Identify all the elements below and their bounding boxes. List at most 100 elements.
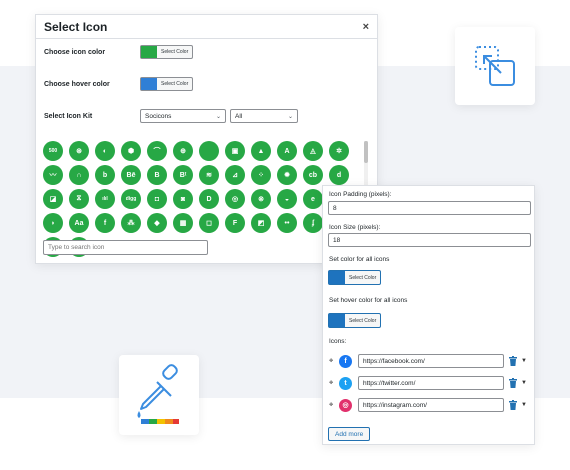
social-icon-row: ✥t ▼ (329, 376, 527, 390)
social-icon-option[interactable]: ✲ (329, 141, 349, 161)
social-icon-option[interactable]: ⊿ (225, 165, 245, 185)
social-icon-option[interactable]: 〰 (43, 165, 63, 185)
social-icon-option[interactable]: 500 (43, 141, 63, 161)
social-icon-option[interactable]: ◎ (225, 189, 245, 209)
eyedropper-icon (137, 364, 179, 424)
social-icon-option[interactable]: ʄ (303, 213, 323, 233)
social-icon-option[interactable]: b (95, 165, 115, 185)
hover-color-label: Choose hover color (44, 80, 110, 88)
social-icon-option[interactable]: B (147, 165, 167, 185)
social-icon-option[interactable]: D (199, 189, 219, 209)
caret-down-icon[interactable]: ▼ (521, 402, 527, 408)
facebook-icon: f (339, 354, 352, 368)
trash-icon[interactable] (509, 356, 517, 366)
icon-color-label: Choose icon color (44, 48, 106, 56)
set-color-label: Set color for all icons (329, 256, 390, 263)
social-icon-option[interactable]: ⊕ (173, 141, 193, 161)
set-hover-swatch (329, 314, 345, 327)
social-icon-option[interactable]: ◘ (147, 189, 167, 209)
icon-color-swatch (141, 46, 157, 58)
social-icon-option[interactable]: ⁂ (121, 213, 141, 233)
social-icon-option[interactable]: ılıl (95, 189, 115, 209)
social-icon-option[interactable]: Bᵗ (173, 165, 193, 185)
set-hover-button-label: Select Color (349, 317, 377, 324)
social-icon-option[interactable]: Bē (121, 165, 141, 185)
social-icon-option[interactable]: ◙ (173, 189, 193, 209)
dialog-header: Select Icon × (36, 15, 377, 39)
scrollbar-thumb[interactable] (364, 141, 368, 163)
icon-size-input[interactable] (328, 233, 531, 247)
social-icon-option[interactable]: ◩ (251, 213, 271, 233)
social-icon-option[interactable]: f (95, 213, 115, 233)
icon-filter-select[interactable]: All ⌄ (230, 109, 298, 123)
social-icon-option[interactable]: Aa (69, 213, 89, 233)
twitter-url-input[interactable] (358, 376, 504, 390)
social-icon-row: ✥◎ ▼ (329, 398, 527, 412)
trash-icon[interactable] (509, 378, 517, 388)
social-icon-option[interactable]: ▲ (251, 141, 271, 161)
social-icon-option[interactable]: ◆ (147, 213, 167, 233)
social-icon-option[interactable]: ⊛ (69, 141, 89, 161)
icon-search-input[interactable] (43, 240, 208, 255)
hover-color-button[interactable]: Select Color (140, 77, 194, 91)
icons-label: Icons: (329, 338, 347, 345)
social-icon-option[interactable]: ⧖ (69, 189, 89, 209)
caret-down-icon[interactable]: ▼ (521, 358, 527, 364)
social-icon-option[interactable]: F (225, 213, 245, 233)
social-icon-option[interactable]: ⌒ (147, 141, 167, 161)
social-icon-option[interactable] (199, 141, 219, 161)
social-icon-option[interactable]: digg (121, 189, 141, 209)
set-hover-color-button[interactable]: Select Color (328, 313, 382, 328)
social-icon-row: ✥f ▼ (329, 354, 527, 368)
social-icon-option[interactable]: e (303, 189, 323, 209)
resize-icon (475, 46, 515, 86)
facebook-url-input[interactable] (358, 354, 504, 368)
dialog-title: Select Icon (44, 19, 108, 34)
social-icon-option[interactable]: ◒ (277, 189, 297, 209)
social-icon-option[interactable]: ◗ (43, 213, 63, 233)
social-icon-option[interactable]: ▦ (173, 213, 193, 233)
icon-color-row: Choose icon color Select Color (44, 45, 194, 59)
icon-padding-input[interactable] (328, 201, 531, 215)
social-icon-option[interactable]: ◻ (199, 213, 219, 233)
social-icon-option[interactable]: ✹ (277, 165, 297, 185)
instagram-icon: ◎ (339, 398, 352, 412)
social-icon-option[interactable]: ◪ (43, 189, 63, 209)
social-icon-option[interactable]: A (277, 141, 297, 161)
icon-kit-select[interactable]: Socicons ⌄ (140, 109, 226, 123)
social-icon-option[interactable]: ⁘ (251, 165, 271, 185)
hover-color-swatch (141, 78, 157, 90)
drag-handle-icon[interactable]: ✥ (329, 380, 339, 386)
drag-handle-icon[interactable]: ✥ (329, 402, 339, 408)
social-icon-option[interactable]: ◬ (303, 141, 323, 161)
set-hover-label: Set hover color for all icons (329, 297, 408, 304)
social-icon-option[interactable]: •• (277, 213, 297, 233)
social-icon-option[interactable]: ≋ (199, 165, 219, 185)
icon-settings-panel: Icon Padding (pixels): Icon Size (pixels… (322, 185, 535, 445)
chevron-down-icon: ⌄ (287, 113, 293, 120)
hover-color-row: Choose hover color Select Color (44, 77, 194, 91)
social-icon-option[interactable]: cb (303, 165, 323, 185)
close-icon[interactable]: × (363, 21, 369, 33)
icon-color-button[interactable]: Select Color (140, 45, 194, 59)
resize-feature-card (455, 27, 535, 105)
social-icon-option[interactable]: ∩ (69, 165, 89, 185)
social-icon-option[interactable]: d (329, 165, 349, 185)
icon-kit-row: Select Icon Kit Socicons ⌄ All ⌄ (44, 109, 302, 123)
social-icon-option[interactable]: ⊗ (251, 189, 271, 209)
drag-handle-icon[interactable]: ✥ (329, 358, 339, 364)
icon-kit-select-value: Socicons (145, 112, 172, 120)
social-icon-option[interactable]: ⬢ (121, 141, 141, 161)
social-icon-option[interactable]: ▣ (225, 141, 245, 161)
social-icon-option[interactable]: ◐ (95, 141, 115, 161)
caret-down-icon[interactable]: ▼ (521, 380, 527, 386)
set-color-swatch (329, 271, 345, 284)
icon-size-label: Icon Size (pixels): (329, 224, 381, 231)
trash-icon[interactable] (509, 400, 517, 410)
chevron-down-icon: ⌄ (215, 113, 221, 120)
add-more-button[interactable]: Add more (328, 427, 371, 441)
color-picker-feature-card (119, 355, 199, 435)
twitter-icon: t (339, 376, 352, 390)
instagram-url-input[interactable] (358, 398, 504, 412)
set-color-button[interactable]: Select Color (328, 270, 382, 285)
